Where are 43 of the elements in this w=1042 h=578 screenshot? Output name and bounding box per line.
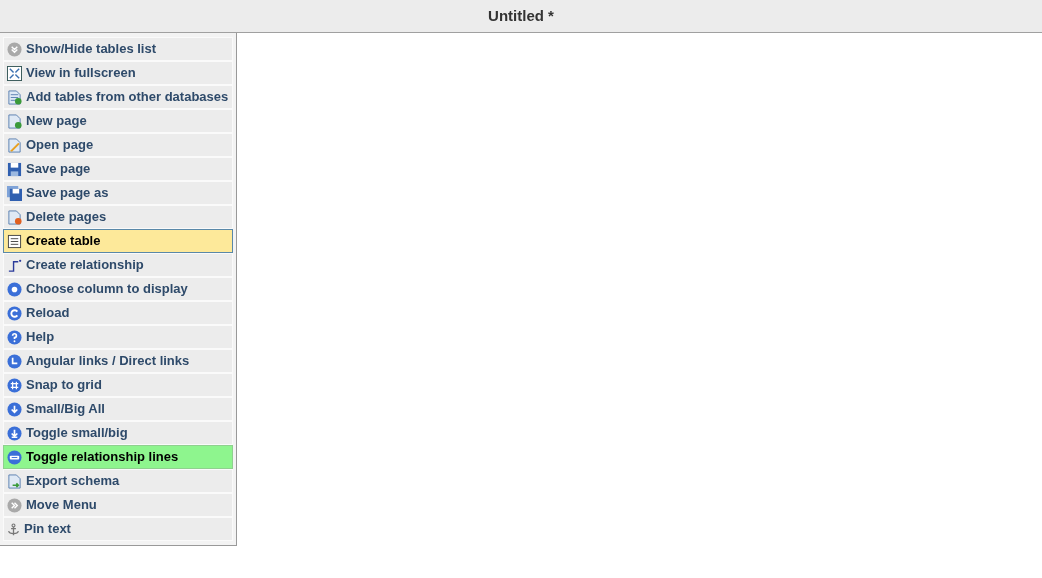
save-as-icon bbox=[7, 185, 22, 201]
reload-icon bbox=[7, 305, 22, 321]
table-icon bbox=[7, 233, 22, 249]
menu-item[interactable]: Angular links / Direct links bbox=[3, 349, 233, 373]
save-icon bbox=[7, 161, 22, 177]
new-page-icon bbox=[7, 113, 22, 129]
menu-item[interactable]: Toggle relationship lines bbox=[3, 445, 233, 469]
menu-item[interactable]: New page bbox=[3, 109, 233, 133]
grid-icon bbox=[7, 377, 22, 393]
relationship-icon bbox=[7, 257, 22, 273]
menu-item[interactable]: Open page bbox=[3, 133, 233, 157]
line-toggle-icon bbox=[7, 449, 22, 465]
menu-item[interactable]: Small/Big All bbox=[3, 397, 233, 421]
links-icon bbox=[7, 353, 22, 369]
menu-item[interactable]: Delete pages bbox=[3, 205, 233, 229]
pencil-page-icon bbox=[7, 137, 22, 153]
menu-item[interactable]: Add tables from other databases bbox=[3, 85, 233, 109]
menu-item[interactable]: Create relationship bbox=[3, 253, 233, 277]
column-icon bbox=[7, 281, 22, 297]
menu-item[interactable]: Toggle small/big bbox=[3, 421, 233, 445]
arrow-down-icon bbox=[7, 425, 22, 441]
anchor-icon bbox=[7, 521, 20, 537]
menu-item[interactable]: Reload bbox=[3, 301, 233, 325]
window-title: Untitled * bbox=[488, 5, 554, 26]
menu-item[interactable]: Snap to grid bbox=[3, 373, 233, 397]
menu-item[interactable]: Save page as bbox=[3, 181, 233, 205]
table-add-icon bbox=[7, 89, 22, 105]
menu-item[interactable]: View in fullscreen bbox=[3, 61, 233, 85]
menu-item[interactable]: Pin text bbox=[3, 517, 233, 541]
menu-item[interactable]: Choose column to display bbox=[3, 277, 233, 301]
menu-item[interactable]: Create table bbox=[3, 229, 233, 253]
arrow-down-icon bbox=[7, 401, 22, 417]
menu-item[interactable]: Help bbox=[3, 325, 233, 349]
menu-item[interactable]: Export schema bbox=[3, 469, 233, 493]
menu-item[interactable]: Save page bbox=[3, 157, 233, 181]
delete-page-icon bbox=[7, 209, 22, 225]
chevrons-right-icon bbox=[7, 497, 22, 513]
help-icon bbox=[7, 329, 22, 345]
chevrons-down-icon bbox=[7, 41, 22, 57]
menu-item[interactable]: Move Menu bbox=[3, 493, 233, 517]
fullscreen-icon bbox=[7, 65, 22, 81]
export-icon bbox=[7, 473, 22, 489]
menu-item[interactable]: Show/Hide tables list bbox=[3, 37, 233, 61]
